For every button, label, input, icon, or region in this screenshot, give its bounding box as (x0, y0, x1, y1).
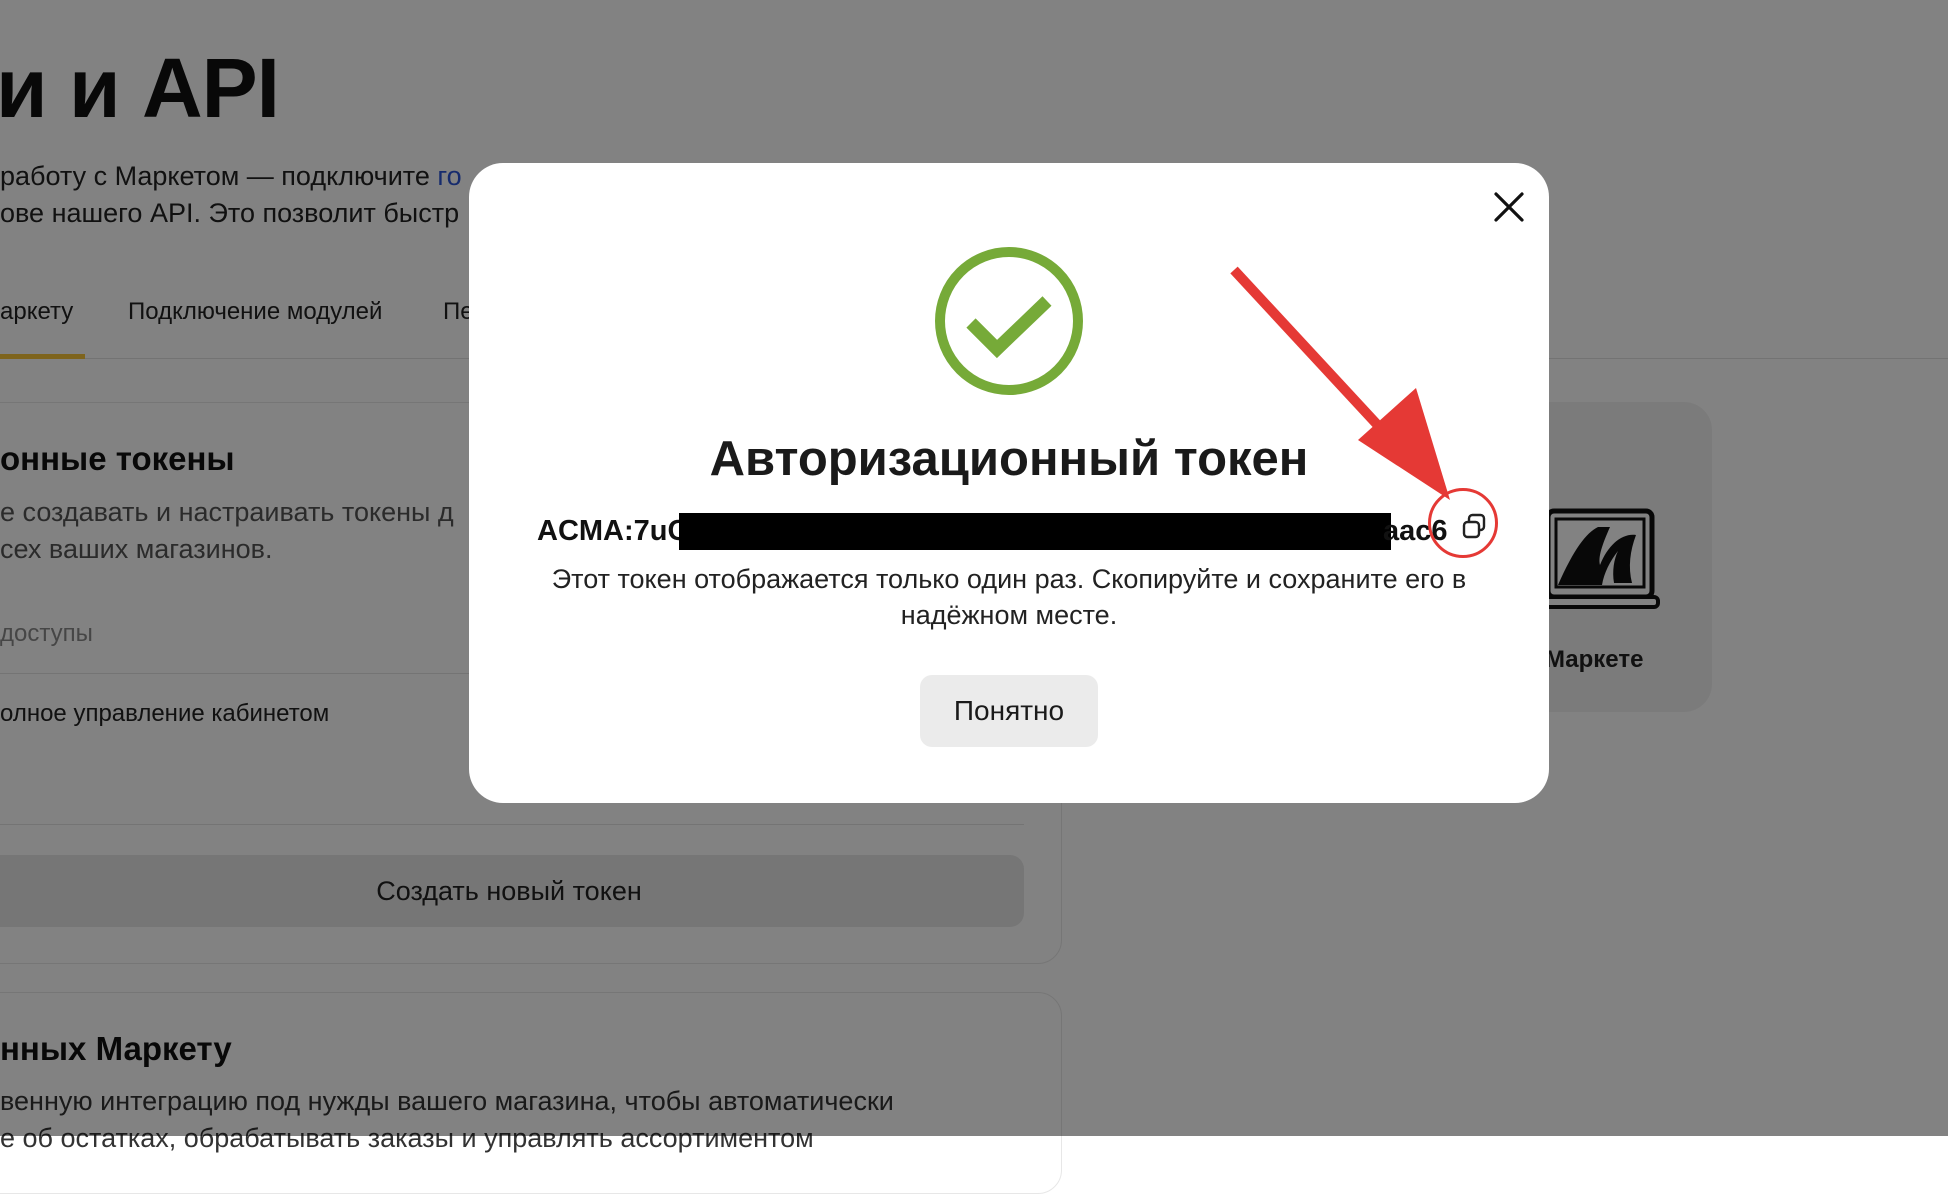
close-icon (1494, 192, 1524, 222)
token-prefix: ACMA:7uC (537, 515, 689, 547)
check-circle-icon (935, 247, 1083, 395)
token-suffix: aac6 (1383, 515, 1448, 547)
token-value: ACMA:7uC aac6 (537, 509, 1517, 553)
token-modal: Авторизационный токен ACMA:7uC aac6 Этот… (469, 163, 1549, 803)
token-redaction-bar (679, 513, 1391, 550)
copy-icon (1462, 513, 1486, 539)
copy-token-button[interactable] (1454, 506, 1494, 546)
modal-note: Этот токен отображается только один раз.… (551, 564, 1467, 630)
ok-button[interactable]: Понятно (920, 675, 1098, 747)
close-button[interactable] (1487, 185, 1531, 229)
modal-title: Авторизационный токен (709, 432, 1309, 486)
